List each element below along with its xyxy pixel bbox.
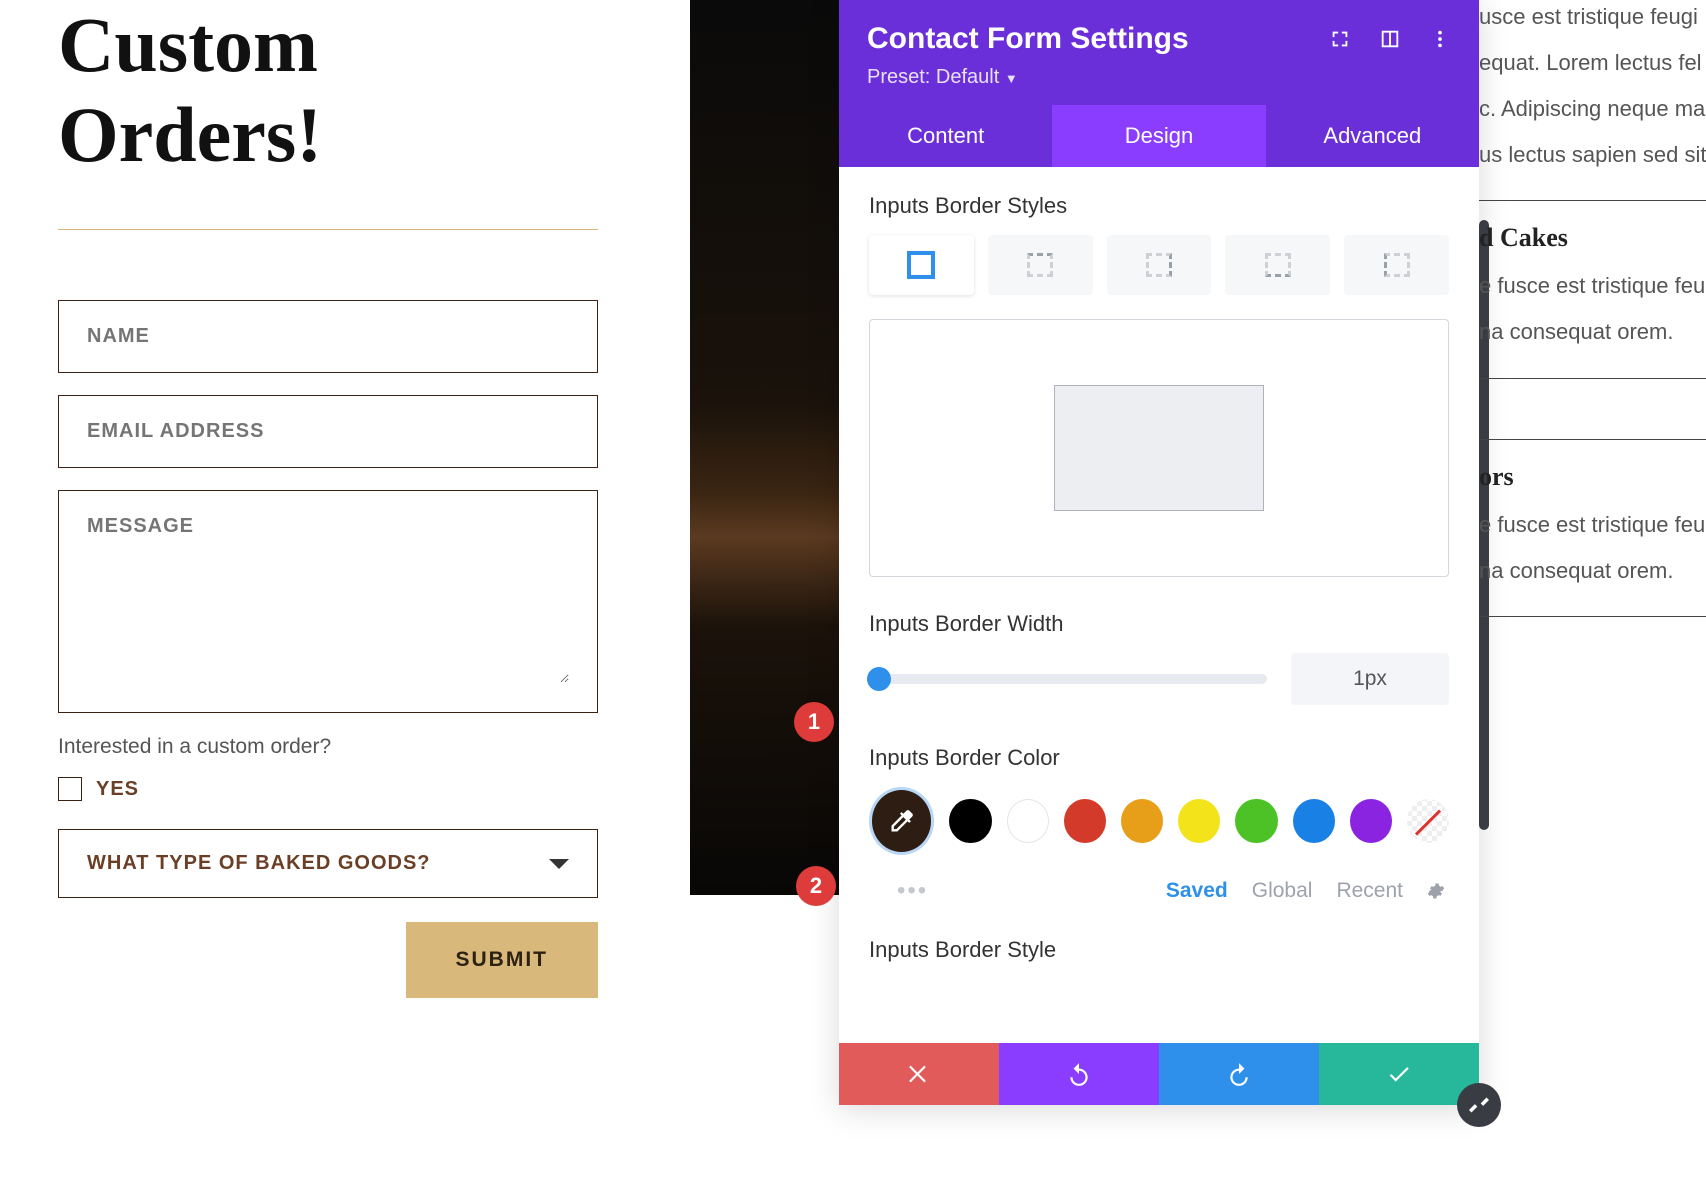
undo-button[interactable] <box>999 1043 1159 1105</box>
divider <box>58 229 598 230</box>
square-icon <box>907 251 935 279</box>
border-top-icon <box>1027 253 1053 277</box>
bread-image <box>690 0 840 895</box>
submit-button[interactable]: SUBMIT <box>406 922 599 998</box>
divider <box>1479 616 1706 617</box>
check-icon <box>1386 1061 1412 1087</box>
color-white[interactable] <box>1007 799 1049 843</box>
yes-label: YES <box>96 778 139 801</box>
section-border-style: Inputs Border Style <box>869 937 1449 963</box>
yes-checkbox[interactable] <box>58 777 82 801</box>
resize-icon <box>1469 1095 1489 1115</box>
divider <box>1479 200 1706 201</box>
more-colors-icon[interactable]: ••• <box>897 877 928 905</box>
kebab-menu-icon[interactable] <box>1429 28 1451 50</box>
dropdown-label: WHAT TYPE OF BAKED GOODS? <box>87 852 431 875</box>
message-field-wrap[interactable] <box>58 490 598 713</box>
color-tab-recent[interactable]: Recent <box>1336 879 1403 903</box>
color-tab-global[interactable]: Global <box>1252 879 1313 903</box>
color-orange[interactable] <box>1121 799 1163 843</box>
border-width-slider[interactable] <box>869 674 1267 684</box>
gear-icon[interactable] <box>1427 882 1445 900</box>
question-label: Interested in a custom order? <box>58 735 598 759</box>
section-border-color: Inputs Border Color <box>869 745 1449 771</box>
color-purple[interactable] <box>1350 799 1392 843</box>
tab-content[interactable]: Content <box>839 105 1052 167</box>
panel-title: Contact Form Settings <box>867 22 1189 56</box>
border-left-icon <box>1384 253 1410 277</box>
section-border-styles: Inputs Border Styles <box>869 193 1449 219</box>
text: e fusce est tristique feugi <box>1479 508 1706 542</box>
text: us lectus sapien sed sit <box>1479 138 1706 172</box>
message-textarea[interactable] <box>87 515 569 683</box>
text: equat. Lorem lectus fel <box>1479 46 1706 80</box>
color-picker-button[interactable] <box>869 787 934 855</box>
border-style-left-button[interactable] <box>1344 235 1449 295</box>
settings-panel: Contact Form Settings Preset: Default ▼ … <box>839 0 1479 1105</box>
baked-goods-dropdown[interactable]: WHAT TYPE OF BAKED GOODS? <box>58 829 598 898</box>
heading: d Cakes <box>1479 223 1706 253</box>
name-input[interactable] <box>87 325 569 348</box>
right-column: usce est tristique feugi equat. Lorem le… <box>1479 0 1706 639</box>
chevron-down-icon <box>549 859 569 869</box>
border-right-icon <box>1146 253 1172 277</box>
text: na consequat orem. <box>1479 554 1706 588</box>
redo-icon <box>1226 1061 1252 1087</box>
email-input[interactable] <box>87 420 569 443</box>
expand-icon[interactable] <box>1329 28 1351 50</box>
color-black[interactable] <box>949 799 991 843</box>
redo-button[interactable] <box>1159 1043 1319 1105</box>
preset-dropdown[interactable]: Preset: Default ▼ <box>867 66 1451 89</box>
color-none[interactable] <box>1407 799 1449 843</box>
border-style-bottom-button[interactable] <box>1225 235 1330 295</box>
text: usce est tristique feugi <box>1479 0 1706 34</box>
tab-design[interactable]: Design <box>1052 105 1265 167</box>
border-style-all-button[interactable] <box>869 235 974 295</box>
undo-icon <box>1066 1061 1092 1087</box>
border-width-input[interactable] <box>1291 653 1449 705</box>
preview-rect <box>1054 385 1264 511</box>
divider <box>1479 378 1706 379</box>
text: c. Adipiscing neque ma <box>1479 92 1706 126</box>
color-tab-saved[interactable]: Saved <box>1166 879 1228 903</box>
tab-advanced[interactable]: Advanced <box>1266 105 1479 167</box>
text: na consequat orem. <box>1479 315 1706 349</box>
border-style-top-button[interactable] <box>988 235 1093 295</box>
border-preview <box>869 319 1449 577</box>
tabs: Content Design Advanced <box>839 105 1479 167</box>
border-bottom-icon <box>1265 253 1291 277</box>
page-title: Custom Orders! <box>58 0 598 179</box>
divider <box>1479 439 1706 440</box>
heading: ors <box>1479 462 1706 492</box>
slider-thumb[interactable] <box>867 667 891 691</box>
color-red[interactable] <box>1064 799 1106 843</box>
color-yellow[interactable] <box>1178 799 1220 843</box>
email-field-wrap[interactable] <box>58 395 598 468</box>
annotation-2: 2 <box>796 866 836 906</box>
panel-resize-handle[interactable] <box>1457 1083 1501 1127</box>
text: e fusce est tristique feugi <box>1479 269 1706 303</box>
section-border-width: Inputs Border Width <box>869 611 1449 637</box>
color-green[interactable] <box>1235 799 1277 843</box>
annotation-1: 1 <box>794 702 834 742</box>
save-button[interactable] <box>1319 1043 1479 1105</box>
color-blue[interactable] <box>1293 799 1335 843</box>
border-style-right-button[interactable] <box>1107 235 1212 295</box>
columns-icon[interactable] <box>1379 28 1401 50</box>
close-icon <box>906 1061 932 1087</box>
name-field-wrap[interactable] <box>58 300 598 373</box>
cancel-button[interactable] <box>839 1043 999 1105</box>
eyedropper-icon <box>888 807 916 835</box>
